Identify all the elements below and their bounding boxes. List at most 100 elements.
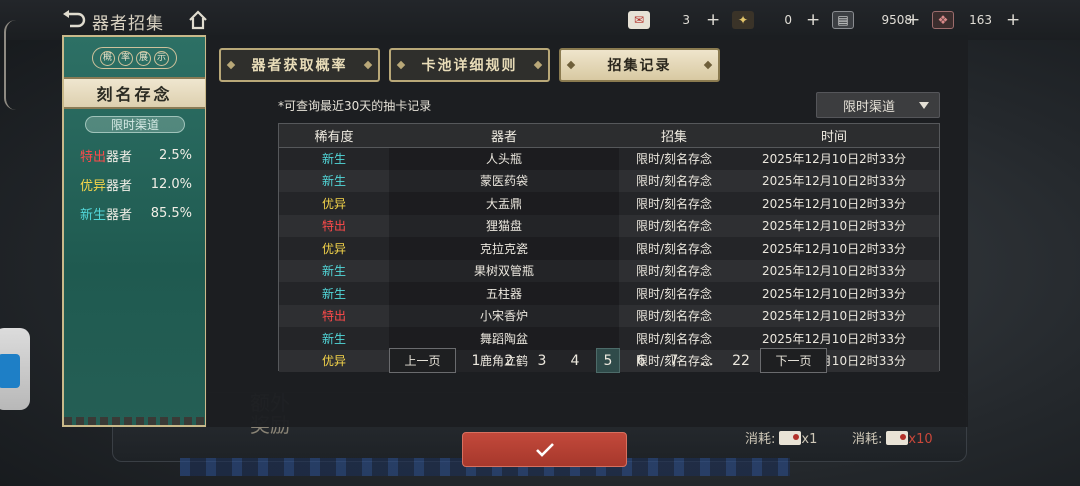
red-envelope-icon xyxy=(779,431,802,445)
page-4[interactable]: 4 xyxy=(563,348,587,373)
resource-ticket: ▤ 9508 xyxy=(832,9,912,31)
cell-rarity: 优异 xyxy=(321,241,346,256)
cell-time: 2025年12月10日2时33分 xyxy=(762,196,906,211)
table-row: 新生 果树双管瓶 限时/刻名存念 2025年12月10日2时33分 xyxy=(279,259,939,282)
history-table: 稀有度 器者 招集 时间 新生 人头瓶 限时/刻名存念 2025年12月10日2时33… xyxy=(278,123,940,372)
page-7[interactable]: 7 xyxy=(662,348,686,373)
add-ticket-button[interactable]: + xyxy=(906,9,920,31)
prev-page-button[interactable]: 上一页 xyxy=(389,348,456,373)
history-note: *可查询最近30天的抽卡记录 xyxy=(278,99,432,113)
resource-red-envelope: ✉ 3 xyxy=(628,9,690,31)
cell-time: 2025年12月10日2时33分 xyxy=(762,241,906,256)
cell-item: 舞蹈陶盆 xyxy=(389,327,619,350)
table-row: 新生 五柱器 限时/刻名存念 2025年12月10日2时33分 xyxy=(279,282,939,305)
header-item: 器者 xyxy=(389,124,619,148)
cost-ten: 消耗: x10 xyxy=(852,431,933,447)
cell-item: 蒙医药袋 xyxy=(389,169,619,192)
page-5-current[interactable]: 5 xyxy=(596,348,620,373)
table-row: 特出 小宋香炉 限时/刻名存念 2025年12月10日2时33分 xyxy=(279,304,939,327)
cell-gacha: 限时/刻名存念 xyxy=(635,309,713,324)
side-bracket-decoration xyxy=(4,20,16,110)
page-6[interactable]: 6 xyxy=(629,348,653,373)
cell-gacha: 限时/刻名存念 xyxy=(635,286,713,301)
cell-gacha: 限时/刻名存念 xyxy=(635,241,713,256)
cell-rarity: 新生 xyxy=(321,286,346,301)
table-row: 新生 蒙医药袋 限时/刻名存念 2025年12月10日2时33分 xyxy=(279,169,939,192)
header-time: 时间 xyxy=(729,124,939,148)
cell-gacha: 限时/刻名存念 xyxy=(635,174,713,189)
header-gacha: 招集 xyxy=(619,124,729,148)
rate-row-special: 特出 器者 2.5% xyxy=(80,147,192,165)
red-envelope-icon xyxy=(886,431,909,445)
tab-summon-history[interactable]: 招集记录 xyxy=(559,48,720,82)
cell-gacha: 限时/刻名存念 xyxy=(635,264,713,279)
cell-item: 小宋香炉 xyxy=(389,304,619,327)
cell-item: 果树双管瓶 xyxy=(389,259,619,282)
resource-wanted-scroll: ❖ 163 xyxy=(932,9,992,31)
page-last[interactable]: 22 xyxy=(727,348,755,373)
add-scroll-button[interactable]: + xyxy=(1006,9,1020,31)
cell-item: 人头瓶 xyxy=(389,147,619,170)
cell-rarity: 优异 xyxy=(321,196,346,211)
ticket-icon: ▤ xyxy=(832,11,854,29)
cell-item: 狸猫盘 xyxy=(389,214,619,237)
cell-rarity: 特出 xyxy=(321,219,346,234)
home-icon[interactable] xyxy=(188,10,208,30)
cell-rarity: 新生 xyxy=(321,331,346,346)
next-page-button[interactable]: 下一页 xyxy=(760,348,827,373)
cell-gacha: 限时/刻名存念 xyxy=(635,196,713,211)
cell-time: 2025年12月10日2时33分 xyxy=(762,331,906,346)
rates-panel: 概 率 展 示 刻名存念 限时渠道 特出 器者 2.5% 优异 器者 12.0%… xyxy=(62,35,207,427)
resource-coin: ✦ 0 xyxy=(732,9,792,31)
back-arrow-icon[interactable] xyxy=(62,10,86,30)
rate-row-excellent: 优异 器者 12.0% xyxy=(80,176,192,194)
coin-icon: ✦ xyxy=(732,11,754,29)
cell-rarity: 新生 xyxy=(321,174,346,189)
cell-item: 克拉克瓷 xyxy=(389,237,619,260)
table-row: 新生 人头瓶 限时/刻名存念 2025年12月10日2时33分 xyxy=(279,147,939,170)
screen-title: 器者招集 xyxy=(92,14,164,34)
cell-item: 大盂鼎 xyxy=(389,192,619,215)
gacha-info-dialog: 器者获取概率 卡池详细规则 招集记录 *可查询最近30天的抽卡记录 限时渠道 稀… xyxy=(206,35,968,427)
table-header-row: 稀有度 器者 招集 时间 xyxy=(279,124,939,148)
table-row: 优异 克拉克瓷 限时/刻名存念 2025年12月10日2时33分 xyxy=(279,237,939,260)
cell-time: 2025年12月10日2时33分 xyxy=(762,264,906,279)
cell-gacha: 限时/刻名存念 xyxy=(635,219,713,234)
table-row: 特出 狸猫盘 限时/刻名存念 2025年12月10日2时33分 xyxy=(279,214,939,237)
pool-name-banner: 刻名存念 xyxy=(64,77,205,109)
cell-item: 五柱器 xyxy=(389,282,619,305)
page-3[interactable]: 3 xyxy=(530,348,554,373)
cell-time: 2025年12月10日2时33分 xyxy=(762,219,906,234)
cell-gacha: 限时/刻名存念 xyxy=(635,152,713,166)
cell-rarity: 新生 xyxy=(321,264,346,279)
table-row: 优异 大盂鼎 限时/刻名存念 2025年12月10日2时33分 xyxy=(279,192,939,215)
rate-row-new: 新生 器者 85.5% xyxy=(80,205,192,223)
cell-time: 2025年12月10日2时33分 xyxy=(762,152,906,166)
cell-rarity: 特出 xyxy=(321,309,346,324)
add-envelope-button[interactable]: + xyxy=(706,9,720,31)
chevron-down-icon xyxy=(919,102,929,109)
checkmark-icon xyxy=(535,442,554,457)
page-ellipsis: ... xyxy=(700,352,714,369)
confirm-button[interactable] xyxy=(462,432,627,467)
channel-filter-dropdown[interactable]: 限时渠道 xyxy=(816,92,940,118)
add-coin-button[interactable]: + xyxy=(806,9,820,31)
tab-pool-rules[interactable]: 卡池详细规则 xyxy=(389,48,550,82)
cost-single: 消耗: x1 xyxy=(745,431,818,447)
wanted-scroll-icon: ❖ xyxy=(932,11,954,29)
cell-gacha: 限时/刻名存念 xyxy=(635,331,713,346)
cell-rarity: 优异 xyxy=(321,354,346,369)
page-1[interactable]: 1 xyxy=(464,348,488,373)
tab-acquire-rates[interactable]: 器者获取概率 xyxy=(219,48,380,82)
channel-tag: 限时渠道 xyxy=(85,116,185,133)
red-envelope-icon: ✉ xyxy=(628,11,650,29)
cell-time: 2025年12月10日2时33分 xyxy=(762,286,906,301)
cell-rarity: 新生 xyxy=(321,152,346,166)
rates-title: 概 率 展 示 xyxy=(92,47,177,69)
cell-time: 2025年12月10日2时33分 xyxy=(762,174,906,189)
side-avatar-icon[interactable] xyxy=(0,328,30,410)
header-rarity: 稀有度 xyxy=(279,124,389,148)
page-2[interactable]: 2 xyxy=(497,348,521,373)
cell-time: 2025年12月10日2时33分 xyxy=(762,309,906,324)
table-row: 新生 舞蹈陶盆 限时/刻名存念 2025年12月10日2时33分 xyxy=(279,327,939,350)
